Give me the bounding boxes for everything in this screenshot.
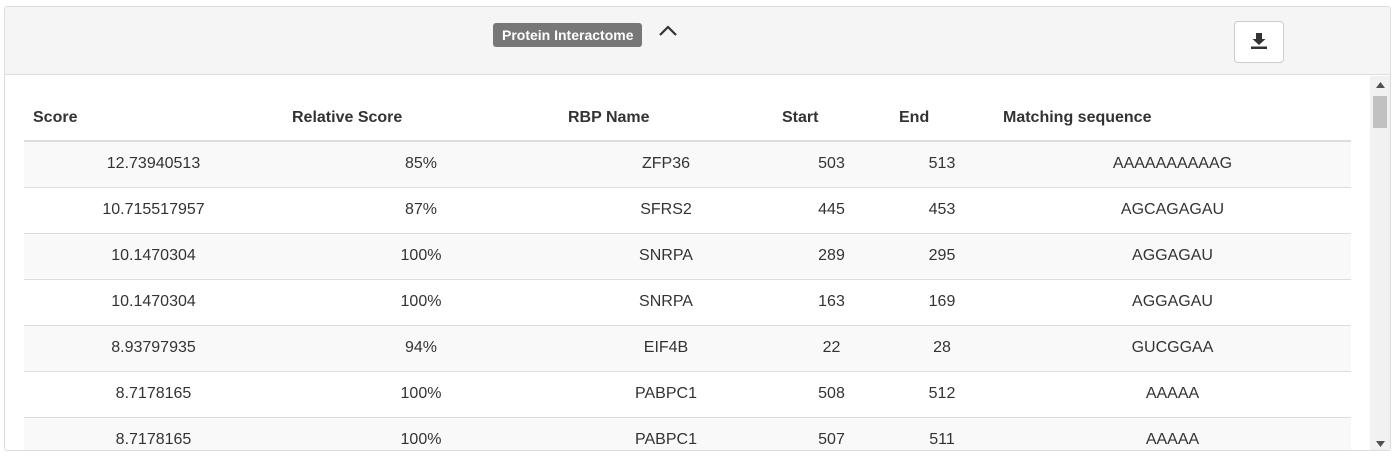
column-header-end[interactable]: End [890, 95, 994, 142]
cell-end: 295 [890, 232, 994, 279]
cell-relative-score: 100% [283, 232, 559, 279]
cell-matching-sequence: AGGAGAU [994, 278, 1351, 325]
cell-score: 10.1470304 [24, 232, 283, 279]
cell-start: 508 [773, 370, 890, 417]
cell-end: 169 [890, 278, 994, 325]
cell-matching-sequence: AAAAA [994, 416, 1351, 450]
cell-relative-score: 100% [283, 416, 559, 450]
cell-start: 163 [773, 278, 890, 325]
table-row: 10.1470304 100% SNRPA 163 169 AGGAGAU [24, 278, 1351, 325]
cell-score: 8.7178165 [24, 370, 283, 417]
column-header-score[interactable]: Score [24, 95, 283, 142]
cell-score: 8.93797935 [24, 324, 283, 371]
download-button[interactable] [1234, 21, 1284, 63]
cell-start: 289 [773, 232, 890, 279]
cell-start: 22 [773, 324, 890, 371]
cell-end: 28 [890, 324, 994, 371]
table-row: 10.1470304 100% SNRPA 289 295 AGGAGAU [24, 232, 1351, 279]
cell-rbp-name: ZFP36 [559, 140, 773, 187]
vertical-scrollbar[interactable] [1370, 76, 1390, 450]
table-row: 10.715517957 87% SFRS2 445 453 AGCAGAGAU [24, 186, 1351, 233]
cell-rbp-name: EIF4B [559, 324, 773, 371]
cell-end: 511 [890, 416, 994, 450]
scrollbar-thumb[interactable] [1373, 96, 1387, 128]
interactome-table: Score Relative Score RBP Name Start End … [24, 95, 1351, 450]
download-icon [1250, 32, 1268, 53]
cell-rbp-name: PABPC1 [559, 416, 773, 450]
table-header-row: Score Relative Score RBP Name Start End … [24, 95, 1351, 142]
cell-score: 10.1470304 [24, 278, 283, 325]
cell-start: 445 [773, 186, 890, 233]
cell-matching-sequence: AAAAAAAAAAG [994, 140, 1351, 187]
column-header-relative-score[interactable]: Relative Score [283, 95, 559, 142]
cell-matching-sequence: AAAAA [994, 370, 1351, 417]
cell-relative-score: 94% [283, 324, 559, 371]
cell-matching-sequence: GUCGGAA [994, 324, 1351, 371]
cell-relative-score: 100% [283, 370, 559, 417]
table-row: 8.7178165 100% PABPC1 508 512 AAAAA [24, 370, 1351, 417]
cell-end: 512 [890, 370, 994, 417]
cell-matching-sequence: AGGAGAU [994, 232, 1351, 279]
panel-heading: Protein Interactome [5, 7, 1390, 75]
cell-score: 12.73940513 [24, 140, 283, 187]
table-row: 8.93797935 94% EIF4B 22 28 GUCGGAA [24, 324, 1351, 371]
table-row: 12.73940513 85% ZFP36 503 513 AAAAAAAAAA… [24, 140, 1351, 187]
column-header-start[interactable]: Start [773, 95, 890, 142]
scroll-down-arrow-icon[interactable] [1370, 435, 1390, 450]
cell-relative-score: 85% [283, 140, 559, 187]
cell-relative-score: 100% [283, 278, 559, 325]
cell-start: 507 [773, 416, 890, 450]
protein-interactome-panel: Protein Interactome Score Relative Score… [4, 6, 1391, 451]
cell-rbp-name: SNRPA [559, 232, 773, 279]
cell-score: 10.715517957 [24, 186, 283, 233]
cell-start: 503 [773, 140, 890, 187]
cell-end: 513 [890, 140, 994, 187]
cell-rbp-name: SFRS2 [559, 186, 773, 233]
panel-title-badge: Protein Interactome [493, 23, 643, 47]
chevron-up-icon[interactable] [657, 20, 679, 42]
panel-body: Score Relative Score RBP Name Start End … [5, 76, 1371, 450]
cell-end: 453 [890, 186, 994, 233]
scroll-up-arrow-icon[interactable] [1370, 76, 1390, 93]
cell-rbp-name: PABPC1 [559, 370, 773, 417]
cell-score: 8.7178165 [24, 416, 283, 450]
table-row: 8.7178165 100% PABPC1 507 511 AAAAA [24, 416, 1351, 450]
cell-relative-score: 87% [283, 186, 559, 233]
cell-matching-sequence: AGCAGAGAU [994, 186, 1351, 233]
column-header-rbp-name[interactable]: RBP Name [559, 95, 773, 142]
cell-rbp-name: SNRPA [559, 278, 773, 325]
column-header-matching-sequence[interactable]: Matching sequence [994, 95, 1351, 142]
